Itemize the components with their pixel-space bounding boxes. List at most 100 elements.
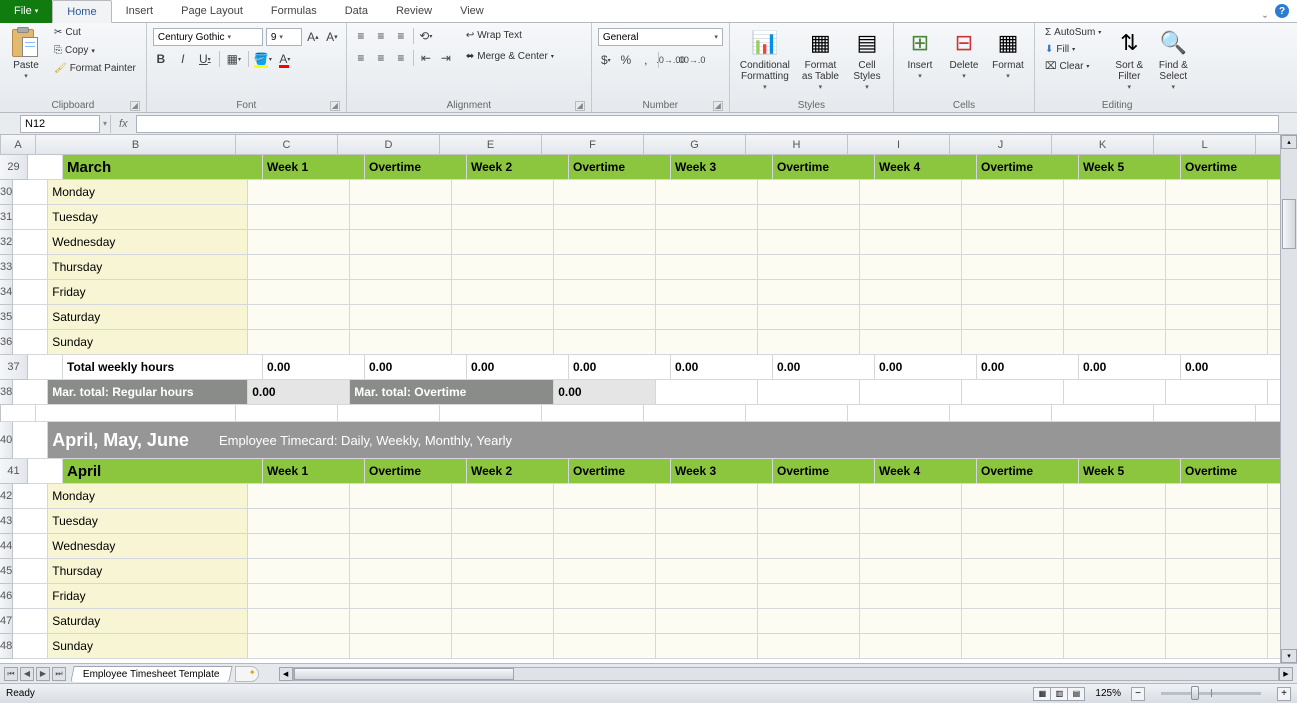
cell[interactable] (656, 380, 758, 405)
cell[interactable]: Wednesday (48, 534, 248, 559)
increase-indent-icon[interactable]: ⇥ (438, 50, 454, 66)
tab-formulas[interactable]: Formulas (257, 0, 331, 23)
cell[interactable] (554, 634, 656, 659)
cell[interactable] (860, 634, 962, 659)
cell[interactable] (350, 205, 452, 230)
cell[interactable]: Sunday (48, 330, 248, 355)
accounting-icon[interactable]: $▾ (598, 52, 614, 68)
row-header[interactable]: 37 (0, 355, 28, 380)
tab-file[interactable]: File▾ (0, 0, 52, 23)
section-header[interactable]: April, May, JuneEmployee Timecard: Daily… (48, 422, 1297, 459)
cell[interactable]: 0.00 (554, 380, 656, 405)
cell[interactable] (962, 484, 1064, 509)
cell[interactable] (28, 155, 63, 180)
hscroll-right-icon[interactable]: ▶ (1279, 667, 1293, 681)
sheet-prev-icon[interactable]: ◀ (20, 667, 34, 681)
cell[interactable] (656, 584, 758, 609)
font-size-select[interactable]: 9▾ (266, 28, 302, 46)
cell[interactable]: April (63, 459, 263, 484)
cell[interactable] (1166, 584, 1268, 609)
font-dialog-icon[interactable]: ◢ (330, 101, 340, 111)
border-button[interactable]: ▦▾ (226, 51, 242, 67)
cell[interactable]: Overtime (569, 155, 671, 180)
cell[interactable] (452, 230, 554, 255)
cell[interactable]: Monday (48, 484, 248, 509)
tab-data[interactable]: Data (331, 0, 382, 23)
tab-home[interactable]: Home (52, 0, 111, 23)
cell[interactable] (554, 509, 656, 534)
cell[interactable] (860, 509, 962, 534)
col-header-h[interactable]: H (746, 135, 848, 155)
cell[interactable] (554, 609, 656, 634)
cell[interactable] (1064, 230, 1166, 255)
cell[interactable]: Monday (48, 180, 248, 205)
comma-icon[interactable]: , (638, 52, 654, 68)
cell[interactable] (656, 255, 758, 280)
cell[interactable] (860, 255, 962, 280)
cell[interactable] (962, 330, 1064, 355)
delete-cells-button[interactable]: ⊟Delete▾ (944, 25, 984, 82)
cell[interactable] (13, 380, 48, 405)
cell[interactable]: Week 5 (1079, 155, 1181, 180)
cell[interactable] (350, 484, 452, 509)
row-header[interactable]: 47 (0, 609, 13, 634)
cell[interactable]: Tuesday (48, 509, 248, 534)
cell[interactable] (656, 484, 758, 509)
cell[interactable] (452, 330, 554, 355)
find-select-button[interactable]: 🔍Find & Select▾ (1153, 25, 1193, 93)
cell[interactable] (554, 534, 656, 559)
wrap-text-button[interactable]: ↩Wrap Text (462, 28, 558, 43)
zoom-level[interactable]: 125% (1095, 688, 1121, 699)
cell[interactable] (248, 330, 350, 355)
cell[interactable] (554, 280, 656, 305)
cell[interactable] (860, 584, 962, 609)
cell[interactable] (860, 484, 962, 509)
cell[interactable] (962, 609, 1064, 634)
cell[interactable] (554, 180, 656, 205)
cell[interactable] (1064, 180, 1166, 205)
cell[interactable] (758, 230, 860, 255)
cell[interactable] (1166, 484, 1268, 509)
cell[interactable] (554, 559, 656, 584)
row-header[interactable]: 33 (0, 255, 13, 280)
col-header-j[interactable]: J (950, 135, 1052, 155)
cell[interactable] (758, 484, 860, 509)
cell[interactable] (1064, 509, 1166, 534)
row-header[interactable]: 36 (0, 330, 13, 355)
cell[interactable] (248, 634, 350, 659)
cell[interactable] (1166, 534, 1268, 559)
cell[interactable] (13, 634, 48, 659)
row-header[interactable]: 38 (0, 380, 13, 405)
cell[interactable] (644, 405, 746, 422)
cell[interactable] (656, 534, 758, 559)
cell[interactable] (13, 534, 48, 559)
cell[interactable]: 0.00 (1079, 355, 1181, 380)
cell[interactable] (758, 205, 860, 230)
row-header[interactable]: 34 (0, 280, 13, 305)
cell[interactable]: 0.00 (467, 355, 569, 380)
format-painter-button[interactable]: 🖌Format Painter (50, 61, 140, 76)
cell[interactable]: Saturday (48, 305, 248, 330)
cell[interactable]: Overtime (365, 459, 467, 484)
cell[interactable] (860, 180, 962, 205)
decrease-indent-icon[interactable]: ⇤ (418, 50, 434, 66)
cell[interactable] (1064, 609, 1166, 634)
cell[interactable] (860, 305, 962, 330)
clear-button[interactable]: ⌧Clear▾ (1041, 59, 1105, 74)
cell[interactable] (1064, 559, 1166, 584)
cell[interactable] (452, 509, 554, 534)
copy-button[interactable]: ⎘Copy▾ (50, 43, 140, 58)
align-top-icon[interactable]: ≡ (353, 28, 369, 44)
cell-styles-button[interactable]: ▤Cell Styles▾ (847, 25, 887, 93)
cell[interactable] (860, 380, 962, 405)
cell[interactable] (1166, 180, 1268, 205)
name-box[interactable] (20, 115, 100, 133)
row-header[interactable]: 40 (0, 422, 13, 459)
cell[interactable] (962, 230, 1064, 255)
cell[interactable]: 0.00 (365, 355, 467, 380)
sheet-first-icon[interactable]: ⏮ (4, 667, 18, 681)
cell[interactable] (1064, 634, 1166, 659)
fx-icon[interactable]: fx (111, 118, 136, 130)
italic-button[interactable]: I (175, 51, 191, 67)
namebox-dropdown-icon[interactable]: ▾ (100, 119, 110, 128)
